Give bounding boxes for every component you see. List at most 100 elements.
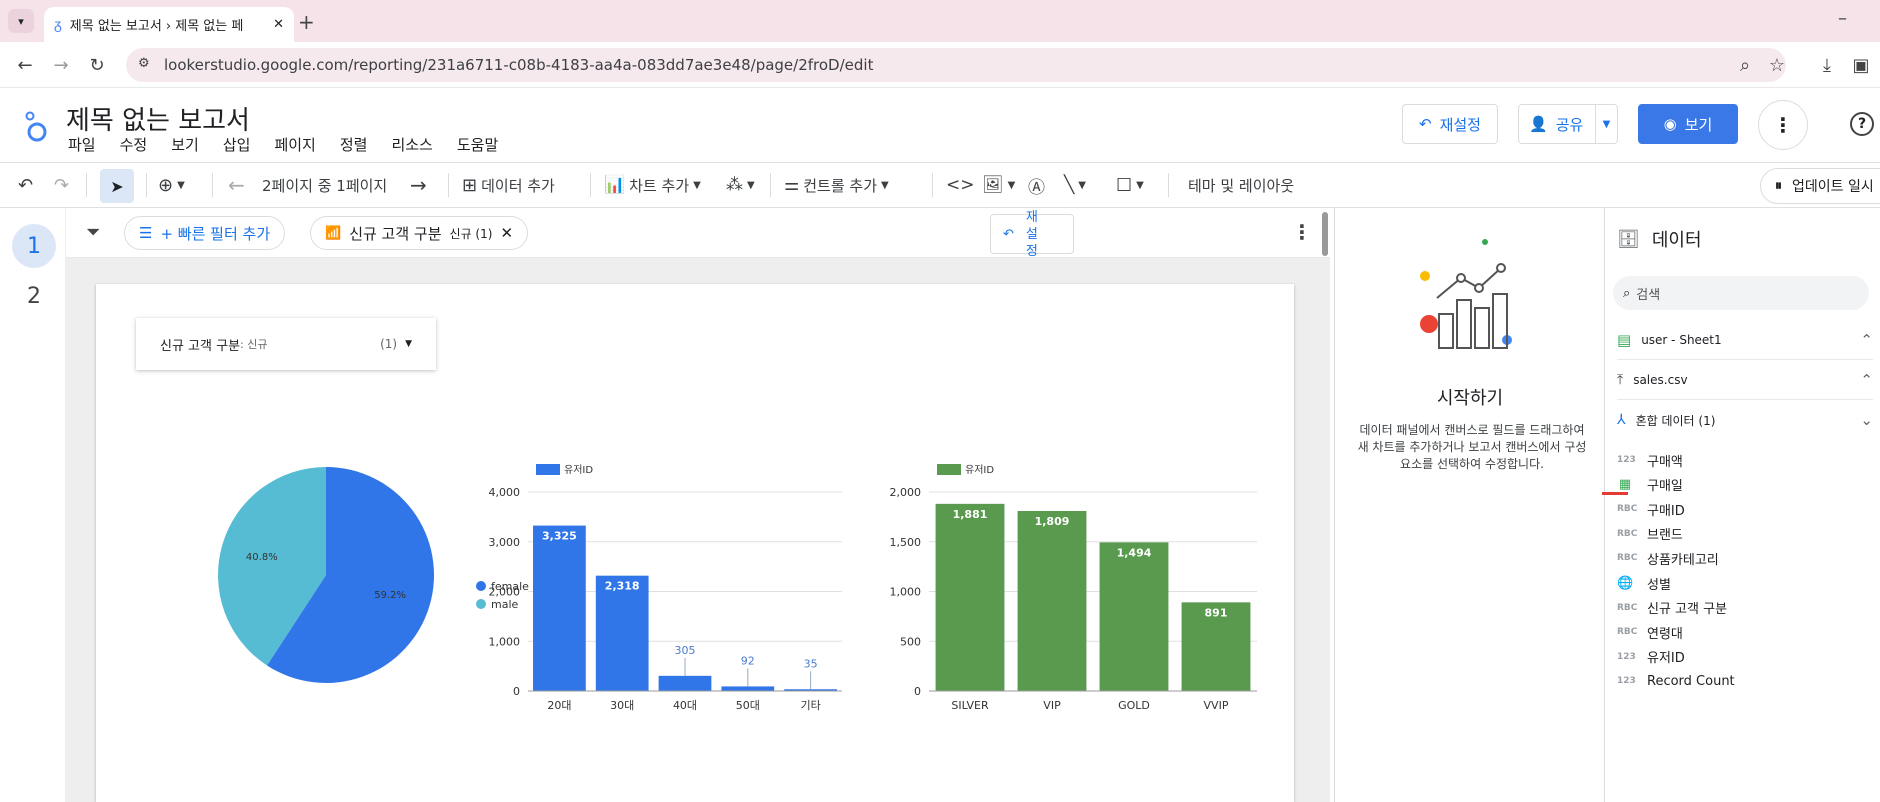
- bar: [721, 686, 775, 691]
- menu-resource[interactable]: 리소스: [391, 134, 432, 155]
- field-item[interactable]: RBC 브랜드: [1617, 522, 1683, 546]
- menu-view[interactable]: 보기: [171, 134, 199, 155]
- tab-close-icon[interactable]: ✕: [273, 17, 284, 32]
- control-icon: ⚌: [784, 175, 800, 195]
- add-chart-button[interactable]: 📊 차트 추가 ▼: [604, 163, 701, 207]
- add-control-dropdown-icon: ▼: [881, 179, 889, 191]
- embed-code-icon[interactable]: <>: [946, 163, 975, 207]
- add-data-button[interactable]: ⊞ 데이터 추가: [462, 163, 555, 207]
- more-options-icon[interactable]: ⋮: [1758, 100, 1808, 150]
- site-info-icon[interactable]: ⚙: [138, 56, 150, 71]
- add-control-button[interactable]: ⚌ 컨트롤 추가 ▼: [784, 163, 889, 207]
- browser-tab-bar: ▾ ᵹ 제목 없는 보고서 › 제목 없는 페 ✕ + –: [0, 0, 1880, 42]
- menu-file[interactable]: 파일: [68, 134, 96, 155]
- looker-studio-logo-icon[interactable]: [24, 106, 48, 146]
- field-item[interactable]: RBC 상품카테고리: [1617, 546, 1719, 570]
- x-tick-label: 20대: [547, 699, 571, 712]
- view-button[interactable]: ◉ 보기: [1638, 104, 1738, 144]
- field-item[interactable]: RBC 구매ID: [1617, 497, 1685, 521]
- minimize-icon[interactable]: –: [1838, 8, 1847, 29]
- side-panel-icon[interactable]: ▣: [1848, 52, 1874, 78]
- new-tab-button[interactable]: +: [298, 10, 315, 34]
- field-item[interactable]: 123 Record Count: [1617, 669, 1735, 693]
- add-chart-icon: 📊: [604, 175, 626, 195]
- report-title[interactable]: 제목 없는 보고서: [66, 100, 250, 137]
- datasource-user-sheet1[interactable]: ▤ user - Sheet1 ⌃: [1617, 320, 1873, 360]
- bar: [658, 675, 712, 691]
- pie-slice-label: 59.2%: [374, 590, 406, 601]
- datasource-sales-csv[interactable]: ⤒ sales.csv ⌃: [1617, 360, 1873, 400]
- filterbar-more-icon[interactable]: ⋮: [1292, 220, 1312, 244]
- bar-value-label: 305: [675, 644, 696, 657]
- theme-layout-button[interactable]: 테마 및 레이아웃: [1188, 163, 1294, 207]
- url-field[interactable]: ⚙ lookerstudio.google.com/reporting/231a…: [126, 48, 1786, 82]
- menu-help[interactable]: 도움말: [457, 134, 498, 155]
- share-button[interactable]: 👤 공유 ▼: [1518, 104, 1618, 144]
- help-icon[interactable]: ?: [1850, 112, 1874, 136]
- field-item[interactable]: 🌐 성별: [1617, 571, 1671, 595]
- y-tick-label: 1,500: [890, 536, 922, 549]
- filter-chip-close-icon[interactable]: ✕: [500, 224, 513, 242]
- datasource-blend[interactable]: ⅄ 혼합 데이터 (1) ⌄: [1617, 400, 1873, 440]
- filter-reset-button[interactable]: ↶ 재설정: [990, 210, 1074, 259]
- database-icon: 🗄: [1617, 228, 1640, 250]
- toolbar-divider: [146, 173, 147, 197]
- next-page-icon[interactable]: →: [410, 163, 427, 207]
- line-icon[interactable]: ╲ ▼: [1064, 163, 1086, 207]
- page-indicator: 2페이지 중 1페이지: [262, 176, 388, 195]
- browser-tab[interactable]: ᵹ 제목 없는 보고서 › 제목 없는 페 ✕: [44, 7, 294, 42]
- field-item[interactable]: 123 유저ID: [1617, 645, 1685, 669]
- components-icon: ⁂: [726, 175, 743, 195]
- menu-arrange[interactable]: 정렬: [340, 134, 368, 155]
- y-tick-label: 2,000: [489, 586, 521, 599]
- share-dropdown-icon[interactable]: ▼: [1595, 105, 1617, 143]
- text-box-icon[interactable]: Ⓐ: [1028, 163, 1045, 207]
- back-icon[interactable]: ←: [12, 52, 38, 78]
- x-tick-label: 기타: [800, 699, 820, 712]
- reset-button[interactable]: ↶ 재설정: [1402, 104, 1498, 144]
- editor-toolbar: ↶ ↷ ➤ ⊕ ▼ ← 2페이지 중 1페이지 → ⊞ 데이터 추가 📊 차트 …: [0, 162, 1880, 208]
- bar-value-label: 891: [1205, 606, 1228, 619]
- zoom-tool-icon[interactable]: ⊕ ▼: [158, 163, 185, 207]
- redo-icon[interactable]: ↷: [54, 163, 69, 207]
- x-tick-label: 50대: [736, 699, 760, 712]
- pause-updates-button[interactable]: ⏸ 업데이트 일시: [1760, 168, 1880, 204]
- page-1-item[interactable]: 1: [12, 224, 56, 268]
- bookmark-star-icon[interactable]: ☆: [1764, 52, 1790, 78]
- add-chart-label: 차트 추가: [629, 176, 690, 195]
- canvas-scrollbar[interactable]: [1322, 212, 1328, 256]
- forward-icon[interactable]: →: [48, 52, 74, 78]
- download-icon[interactable]: ⤓: [1814, 52, 1840, 78]
- menu-edit[interactable]: 수정: [120, 134, 148, 155]
- toolbar-divider: [770, 173, 771, 197]
- quick-filter-button[interactable]: ☰ + 빠른 필터 추가: [124, 216, 286, 250]
- filter-chip[interactable]: 📶 신규 고객 구분 신규 (1) ✕: [310, 216, 529, 250]
- legend-label: male: [491, 598, 519, 611]
- select-tool-icon[interactable]: ➤: [100, 169, 134, 203]
- field-item[interactable]: RBC 연령대: [1617, 620, 1683, 644]
- getting-started-title: 시작하기: [1436, 388, 1504, 409]
- field-item[interactable]: RBC 신규 고객 구분: [1617, 596, 1727, 620]
- menu-insert[interactable]: 삽입: [223, 134, 251, 155]
- field-item[interactable]: 123 구매액: [1617, 448, 1683, 472]
- tab-list-button[interactable]: ▾: [8, 9, 34, 33]
- image-icon[interactable]: 🖼 ▼: [982, 163, 1015, 207]
- page-2-item[interactable]: 2: [12, 274, 56, 318]
- data-panel-header: 🗄 데이터: [1617, 226, 1702, 252]
- filter-icon[interactable]: ⏷: [86, 222, 100, 243]
- getting-started-description: 데이터 패널에서 캔버스로 필드를 드래그하여 새 차트를 추가하거나 보고서 …: [1357, 423, 1587, 471]
- prev-page-icon[interactable]: ←: [228, 163, 245, 207]
- shape-icon[interactable]: ☐ ▼: [1116, 163, 1144, 207]
- reload-icon[interactable]: ↻: [84, 52, 110, 78]
- undo-icon[interactable]: ↶: [18, 163, 33, 207]
- data-search-field[interactable]: ⌕ 검색: [1613, 276, 1869, 310]
- x-tick-label: VIP: [1043, 699, 1061, 712]
- community-viz-button[interactable]: ⁂ ▼: [726, 163, 755, 207]
- bar-value-label: 1,881: [953, 508, 988, 521]
- menu-page[interactable]: 페이지: [274, 134, 315, 155]
- expand-icon: ⌃: [1860, 370, 1873, 389]
- zoom-icon[interactable]: ⌕: [1732, 52, 1758, 78]
- reset-button-label: 재설정: [1439, 115, 1481, 134]
- blend-icon: ⅄: [1617, 412, 1626, 428]
- upload-icon: ⤒: [1617, 371, 1624, 388]
